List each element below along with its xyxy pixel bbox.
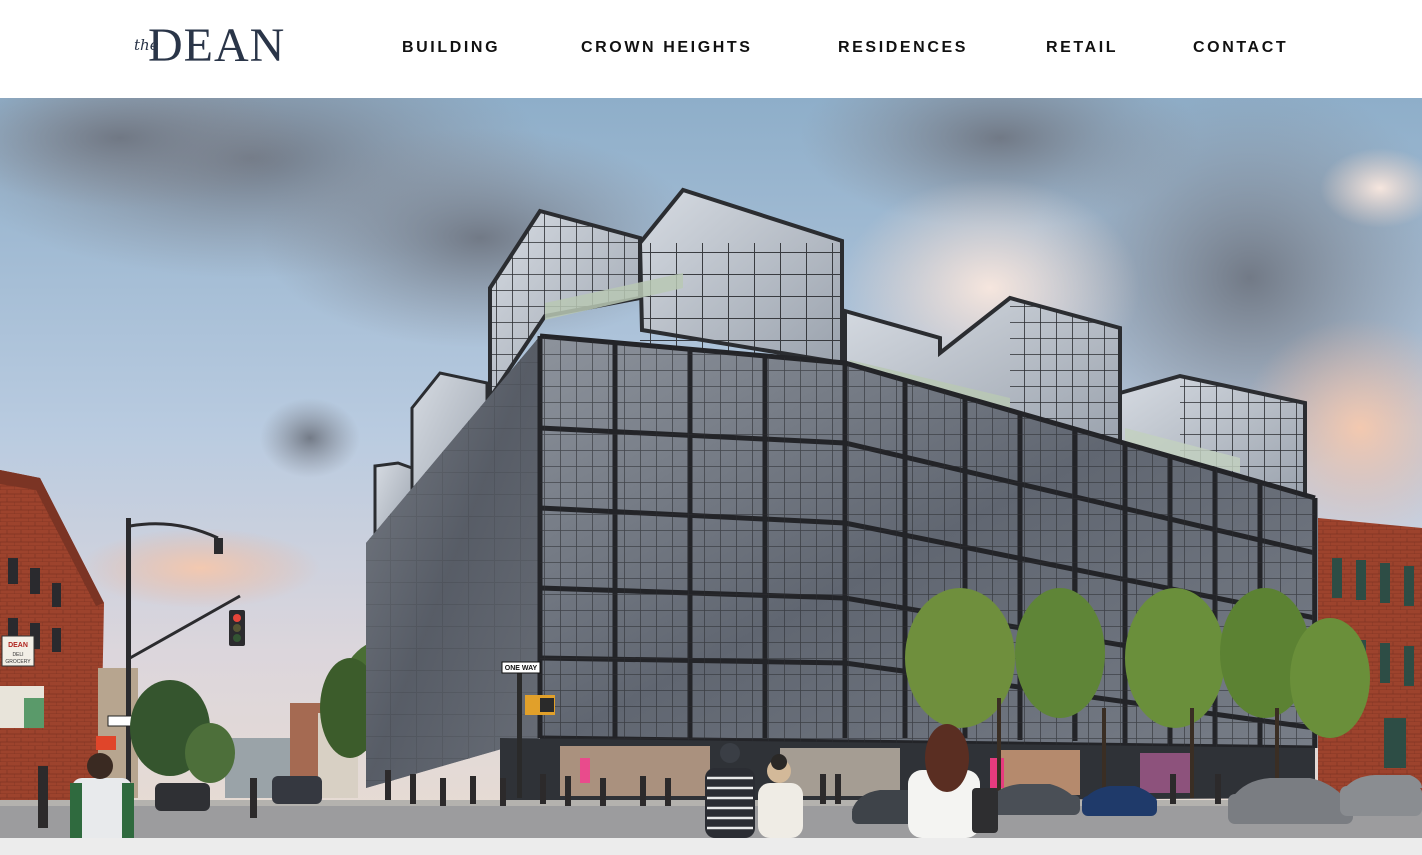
svg-text:DEAN: DEAN — [8, 642, 28, 649]
nav-crown-heights[interactable]: CROWN HEIGHTS — [581, 38, 753, 58]
logo-name: DEAN — [148, 19, 286, 72]
nav-retail[interactable]: RETAIL — [1046, 38, 1118, 58]
svg-text:DELI: DELI — [12, 652, 23, 658]
site-logo[interactable]: the DEAN — [134, 22, 284, 72]
nav-building[interactable]: BUILDING — [402, 38, 500, 58]
oneway-sign-text: ONE WAY — [505, 665, 538, 672]
building-rendering: DEAN DELI GROCERY ONE WAY — [0, 98, 1422, 838]
nav-residences[interactable]: RESIDENCES — [838, 38, 968, 58]
footer-strip — [0, 838, 1422, 855]
svg-text:GROCERY: GROCERY — [5, 659, 31, 665]
site-header: the DEAN BUILDING CROWN HEIGHTS RESIDENC… — [0, 0, 1422, 98]
hero-image: DEAN DELI GROCERY ONE WAY — [0, 98, 1422, 838]
nav-contact[interactable]: CONTACT — [1193, 38, 1288, 58]
